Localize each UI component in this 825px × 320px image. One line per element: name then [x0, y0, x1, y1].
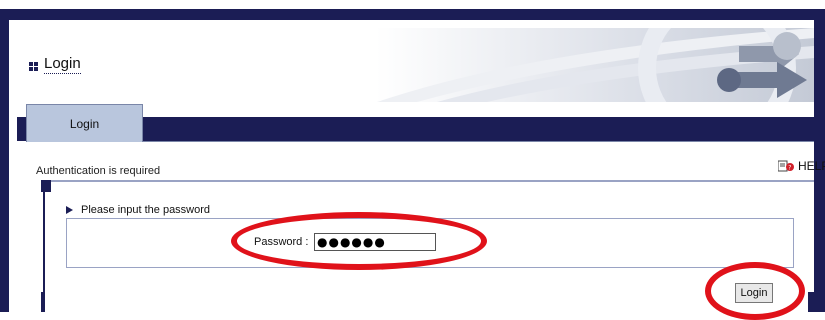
panel-corner-top-left	[41, 180, 51, 192]
panel-corner-bottom-left	[41, 292, 45, 312]
auth-required-message: Authentication is required	[36, 165, 161, 177]
tab-login-label[interactable]: Login	[26, 117, 143, 131]
header-decoration	[17, 28, 814, 102]
password-prompt-text: Please input the password	[81, 204, 211, 216]
panel-corner-bottom-right	[808, 292, 814, 312]
help-link[interactable]: ? HELP	[778, 159, 825, 173]
svg-text:?: ?	[788, 165, 791, 172]
page-title: Login	[44, 55, 81, 74]
tab-divider	[143, 141, 814, 142]
password-prompt: Please input the password	[66, 204, 210, 216]
grid-icon	[29, 62, 39, 72]
login-button[interactable]: Login	[735, 283, 773, 303]
window-top-margin	[0, 0, 825, 9]
window-left-border	[0, 9, 9, 312]
help-label[interactable]: HELP	[798, 159, 825, 173]
password-field[interactable]: ●●●●●●	[314, 233, 436, 251]
triangle-right-icon	[66, 206, 73, 214]
help-icon: ?	[778, 160, 794, 172]
password-label: Password :	[254, 236, 309, 248]
window-top-border	[0, 9, 825, 20]
header-banner	[17, 28, 814, 102]
